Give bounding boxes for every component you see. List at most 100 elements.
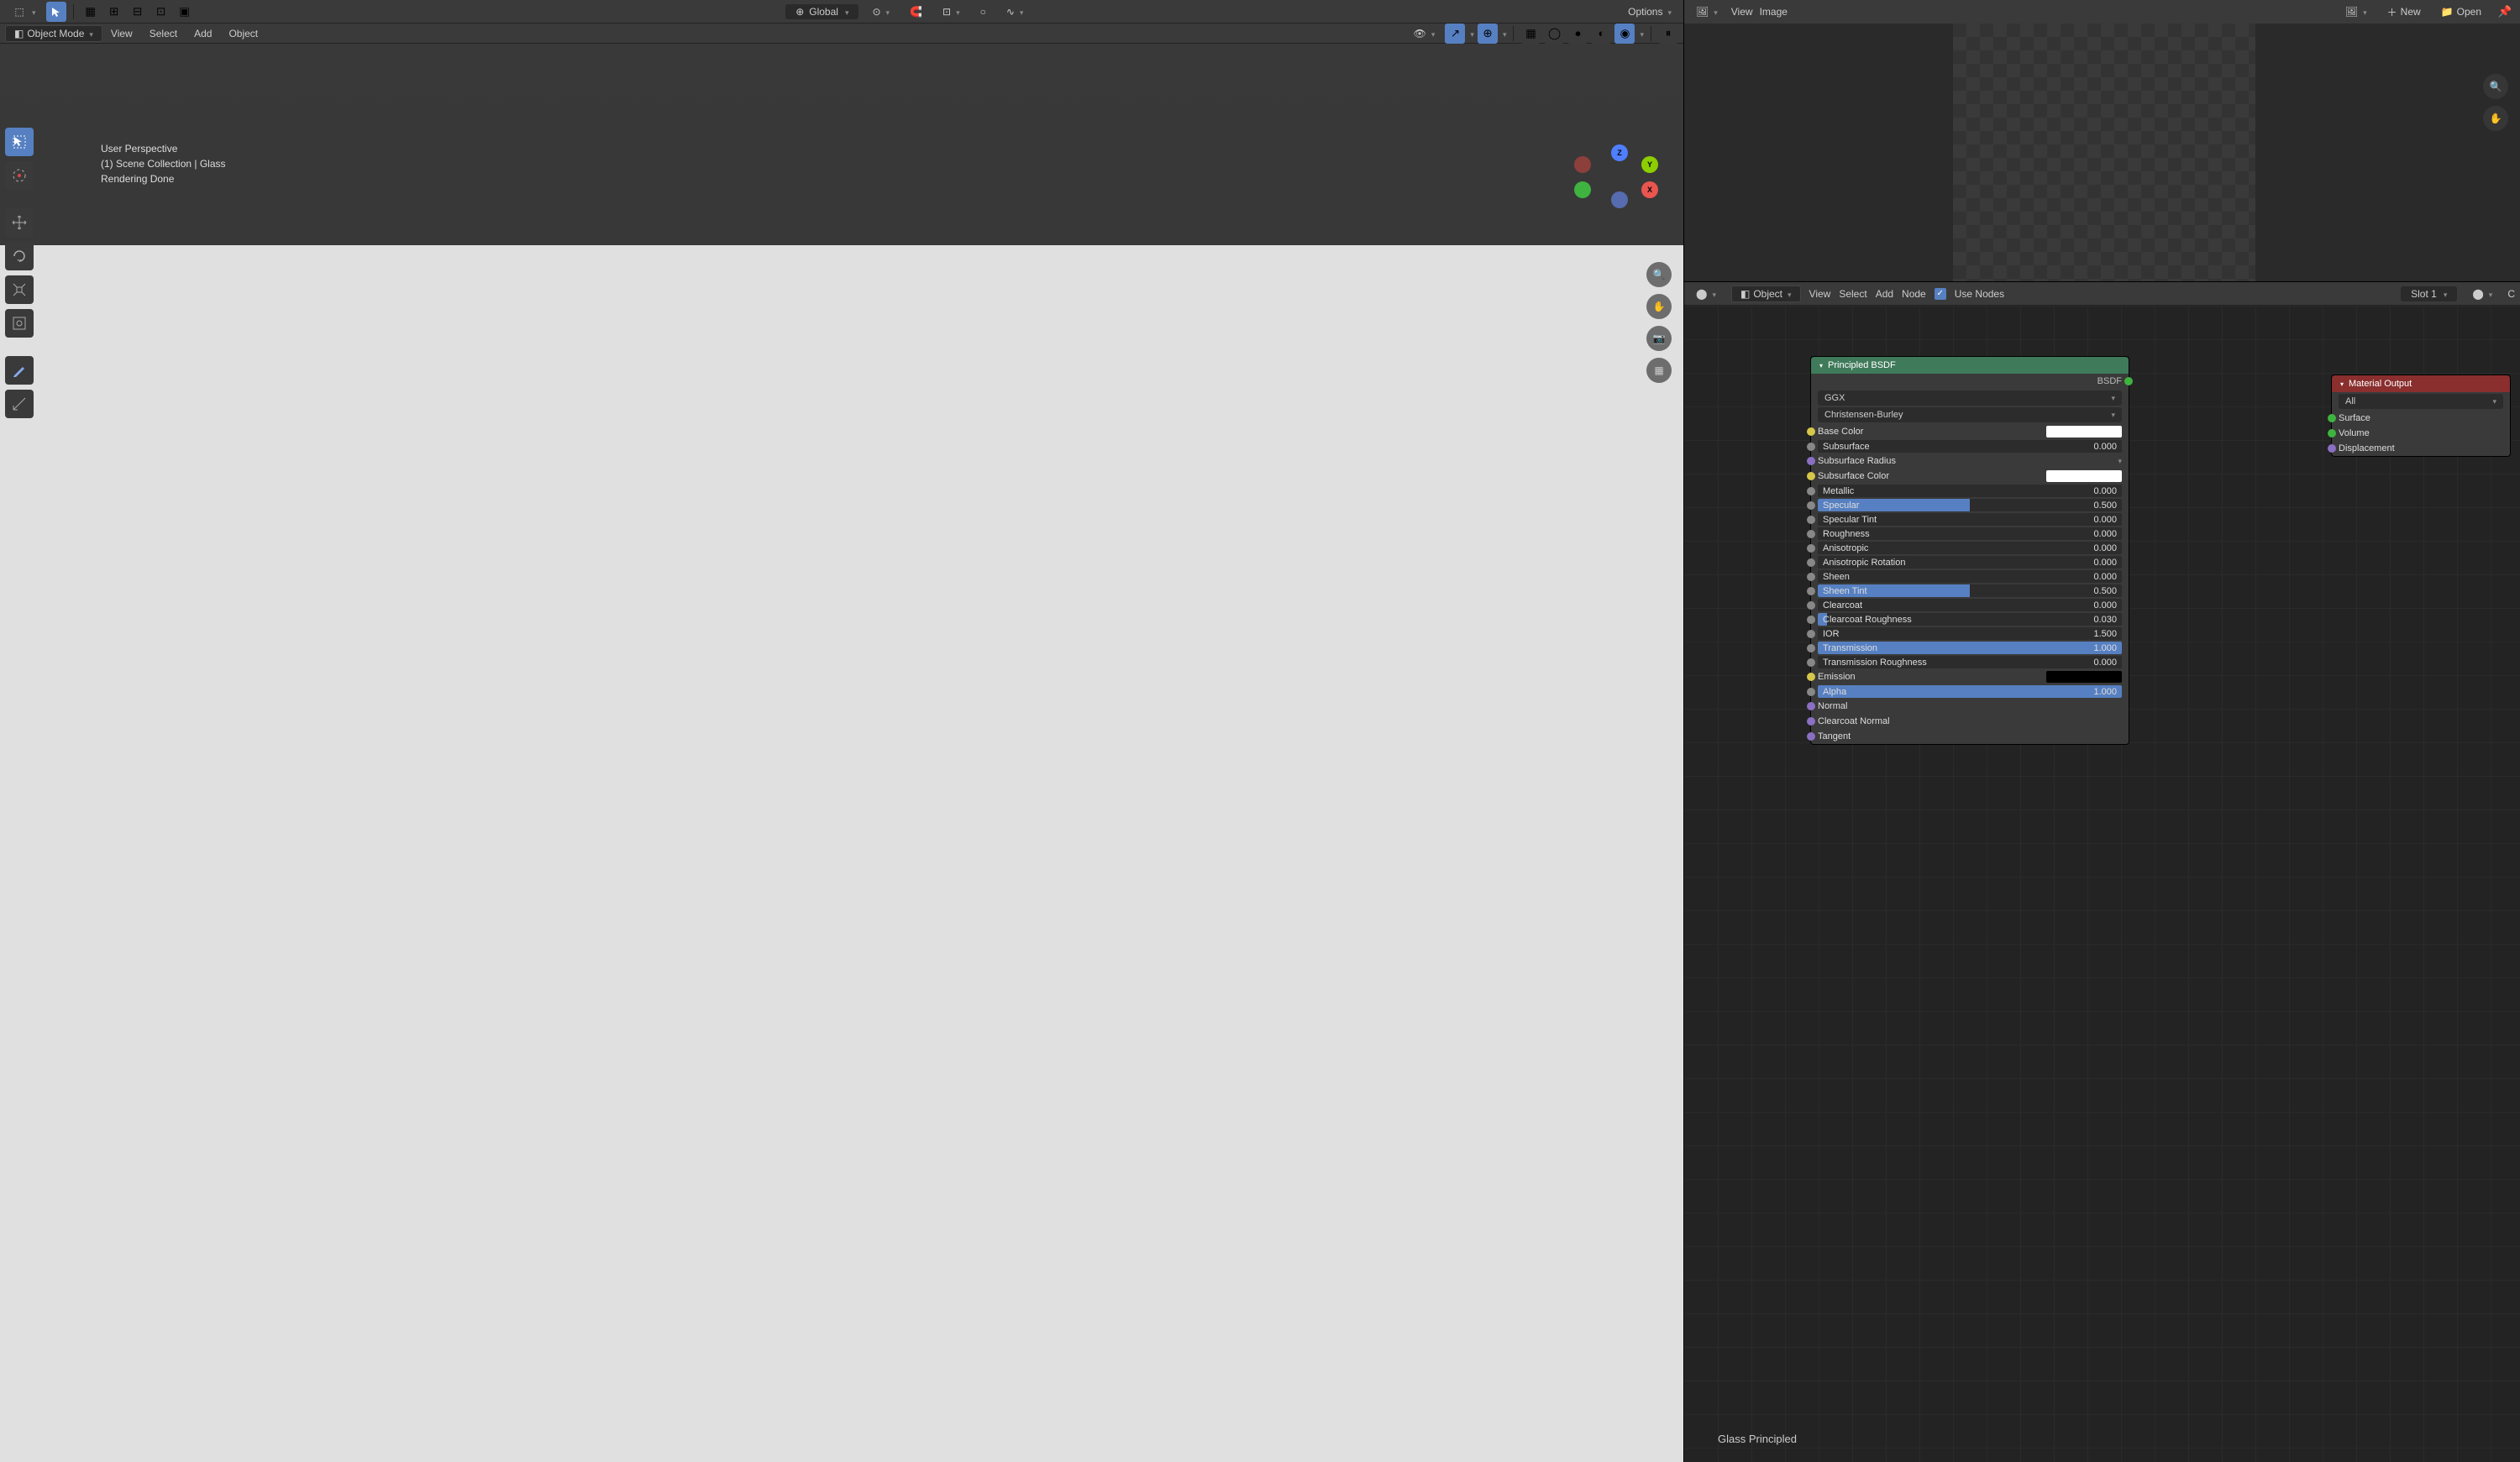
select-add-icon[interactable]: ⊞	[104, 2, 124, 22]
material-browse[interactable]: ⬤	[2465, 286, 2499, 302]
perspective-icon[interactable]: ▦	[1646, 358, 1672, 383]
render-pause[interactable]: ⏸	[1658, 24, 1678, 44]
gizmo-toggle[interactable]: ↗	[1445, 24, 1465, 44]
clearcoat-slider[interactable]: Clearcoat0.000	[1811, 598, 2129, 612]
interaction-mode-selector[interactable]: ◧Object Mode	[5, 25, 102, 42]
transform-orientation[interactable]: ⊕Global	[785, 4, 858, 19]
rendered-shading[interactable]: ◉	[1614, 24, 1635, 44]
measure-tool[interactable]	[5, 390, 34, 418]
menu-select[interactable]: Select	[141, 26, 186, 41]
select-box-tool[interactable]	[5, 128, 34, 156]
navigation-gizmo[interactable]: Z Y X	[1574, 144, 1658, 212]
node-menu-add[interactable]: Add	[1876, 288, 1893, 300]
proportional-toggle[interactable]: ○	[974, 3, 993, 20]
scale-tool[interactable]	[5, 275, 34, 304]
options-menu[interactable]: Options	[1621, 3, 1678, 20]
wireframe-shading[interactable]: ◯	[1544, 24, 1564, 44]
img-new-button[interactable]: ＋ New	[2381, 3, 2428, 22]
overlay-toggle[interactable]: ⊕	[1478, 24, 1498, 44]
matprev-shading[interactable]: ◐	[1591, 24, 1611, 44]
material-output-node[interactable]: Material Output All Surface Volume Displ…	[2331, 375, 2511, 457]
node-menu-view[interactable]: View	[1809, 288, 1831, 300]
node-menu-node[interactable]: Node	[1902, 288, 1926, 300]
normal-row[interactable]: Normal	[1811, 699, 2129, 714]
axis-z[interactable]: Z	[1611, 144, 1628, 161]
3d-viewport[interactable]: User Perspective (1) Scene Collection | …	[0, 44, 1683, 1462]
select-sub-icon[interactable]: ⊟	[128, 2, 148, 22]
pan-icon[interactable]: ✋	[1646, 294, 1672, 319]
move-tool[interactable]	[5, 208, 34, 237]
img-menu-view[interactable]: View	[1731, 6, 1753, 18]
camera-icon[interactable]: 📷	[1646, 326, 1672, 351]
axis-x[interactable]: X	[1641, 181, 1658, 198]
distribution-dropdown[interactable]: GGX	[1818, 390, 2122, 406]
node-mode-selector[interactable]: ◧Object	[1731, 286, 1801, 302]
zoom-icon[interactable]: 🔍	[1646, 262, 1672, 287]
socket-bsdf-out[interactable]	[2124, 377, 2133, 385]
menu-add[interactable]: Add	[186, 26, 220, 41]
snap-selector[interactable]: ⊡	[936, 3, 967, 20]
clearcoat-roughness-slider[interactable]: Clearcoat Roughness0.030	[1811, 612, 2129, 626]
img-menu-image[interactable]: Image	[1760, 6, 1788, 18]
base-color-row[interactable]: Base Color	[1811, 424, 2129, 439]
output-target-dropdown[interactable]: All	[2339, 394, 2503, 409]
node-menu-select[interactable]: Select	[1839, 288, 1866, 300]
pivot-selector[interactable]: ⊙	[865, 3, 896, 20]
cursor-tool-icon[interactable]	[46, 2, 66, 22]
node-canvas[interactable]: Principled BSDF BSDF GGX Christensen-Bur…	[1684, 306, 2520, 1462]
pin-icon[interactable]: 📌	[2495, 2, 2515, 22]
menu-object[interactable]: Object	[220, 26, 266, 41]
snap-toggle[interactable]: 🧲	[903, 3, 929, 20]
subsurface-radius-row[interactable]: Subsurface Radius	[1811, 453, 2129, 469]
tangent-row[interactable]: Tangent	[1811, 729, 2129, 744]
img-zoom-icon[interactable]: 🔍	[2483, 74, 2508, 99]
img-editor-type[interactable]: 🖼	[1689, 3, 1725, 20]
socket-base-color[interactable]	[1807, 427, 1815, 436]
axis-neg-x[interactable]	[1574, 181, 1591, 198]
image-canvas[interactable]: 🔍 ✋	[1684, 24, 2520, 281]
img-pan-icon[interactable]: ✋	[2483, 106, 2508, 131]
axis-neg-z[interactable]	[1611, 191, 1628, 208]
img-open-button[interactable]: 📁 Open	[2434, 3, 2488, 20]
anisotropic-slider[interactable]: Anisotropic0.000	[1811, 541, 2129, 555]
menu-view[interactable]: View	[102, 26, 141, 41]
ior-slider[interactable]: IOR1.500	[1811, 626, 2129, 641]
use-nodes-checkbox[interactable]	[1935, 288, 1946, 300]
visibility-selector[interactable]: 👁	[1407, 25, 1442, 42]
anisotropic-rotation-slider[interactable]: Anisotropic Rotation0.000	[1811, 555, 2129, 569]
sheen-tint-slider[interactable]: Sheen Tint0.500	[1811, 584, 2129, 598]
solid-shading[interactable]: ●	[1567, 24, 1588, 44]
alpha-slider[interactable]: Alpha1.000	[1811, 684, 2129, 699]
cursor-tool[interactable]	[5, 161, 34, 190]
metallic-slider[interactable]: Metallic0.000	[1811, 484, 2129, 498]
gizmo-chev[interactable]	[1468, 28, 1474, 39]
roughness-slider[interactable]: Roughness0.000	[1811, 527, 2129, 541]
base-color-swatch[interactable]	[2046, 426, 2122, 438]
node-editor-type[interactable]: ⬤	[1689, 286, 1723, 302]
transmission-slider[interactable]: Transmission1.000	[1811, 641, 2129, 655]
select-intersect-icon[interactable]: ▣	[175, 2, 195, 22]
img-linked-selector[interactable]: 🖼	[2339, 3, 2374, 20]
sss-method-dropdown[interactable]: Christensen-Burley	[1818, 407, 2122, 422]
select-xor-icon[interactable]: ⊡	[151, 2, 171, 22]
sheen-slider[interactable]: Sheen0.000	[1811, 569, 2129, 584]
axis-y[interactable]: Y	[1641, 156, 1658, 173]
falloff-selector[interactable]: ∿	[1000, 3, 1031, 20]
transmission-roughness-slider[interactable]: Transmission Roughness0.000	[1811, 655, 2129, 669]
rotate-tool[interactable]	[5, 242, 34, 270]
overlay-chev[interactable]	[1501, 28, 1507, 39]
xray-toggle[interactable]: ▦	[1520, 24, 1541, 44]
annotate-tool[interactable]	[5, 356, 34, 385]
axis-neg-y[interactable]	[1574, 156, 1591, 173]
principled-bsdf-node[interactable]: Principled BSDF BSDF GGX Christensen-Bur…	[1810, 356, 2129, 745]
specular-tint-slider[interactable]: Specular Tint0.000	[1811, 512, 2129, 527]
select-box-icon[interactable]: ▦	[81, 2, 101, 22]
slot-selector[interactable]: Slot 1	[2401, 286, 2457, 301]
shading-chev[interactable]	[1638, 28, 1644, 39]
subsurface-slider[interactable]: Subsurface0.000	[1811, 439, 2129, 453]
emission-row[interactable]: Emission	[1811, 669, 2129, 684]
clearcoat-normal-row[interactable]: Clearcoat Normal	[1811, 714, 2129, 729]
editor-type-selector[interactable]: ⬚	[5, 2, 43, 22]
subsurface-color-row[interactable]: Subsurface Color	[1811, 469, 2129, 484]
transform-tool[interactable]	[5, 309, 34, 338]
